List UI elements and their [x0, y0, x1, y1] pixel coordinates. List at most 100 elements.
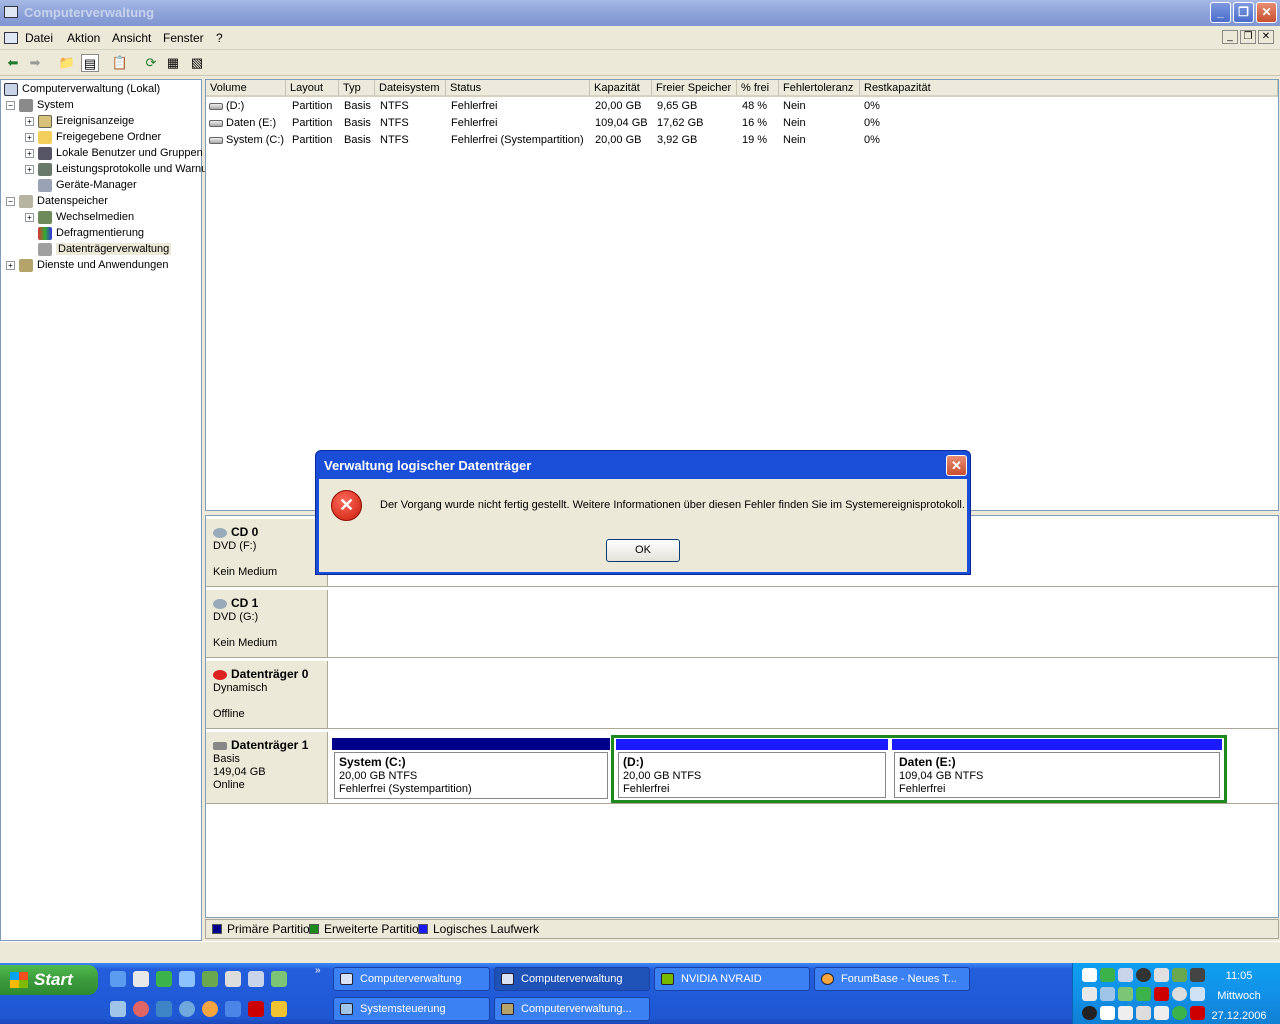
collapse-icon[interactable]: −	[6, 196, 15, 206]
tree-item-leistungsprotokolle[interactable]: + Leistungsprotokolle und Warnungen	[25, 161, 232, 177]
properties-icon[interactable]: 📋	[111, 54, 129, 72]
menu-help[interactable]: ?	[216, 31, 223, 45]
tray-app-icon[interactable]	[1118, 968, 1133, 982]
help-icon[interactable]: ▧	[188, 54, 206, 72]
tray-app-icon[interactable]	[1118, 987, 1133, 1001]
internet-explorer-icon[interactable]	[110, 971, 126, 987]
column-header[interactable]: % frei	[737, 80, 779, 97]
forward-arrow-icon[interactable]: ➡	[26, 54, 44, 72]
column-header[interactable]: Dateisystem	[375, 80, 446, 97]
tray-network-icon[interactable]	[1172, 968, 1187, 982]
quicklaunch-app-icon[interactable]	[156, 971, 172, 987]
column-header[interactable]: Layout	[286, 80, 339, 97]
tray-mail-icon[interactable]	[1082, 968, 1097, 982]
task-button[interactable]: Systemsteuerung	[333, 997, 490, 1021]
tray-app-icon[interactable]	[1136, 968, 1151, 982]
quicklaunch-app-icon[interactable]	[179, 1001, 195, 1017]
expand-icon[interactable]: +	[25, 164, 34, 174]
column-header[interactable]: Kapazität	[590, 80, 652, 97]
tree-item-dienste[interactable]: + Dienste und Anwendungen	[6, 257, 169, 273]
tray-app-icon[interactable]	[1136, 1006, 1151, 1020]
tree-item-lokale-benutzer[interactable]: + Lokale Benutzer und Gruppen	[25, 145, 203, 161]
tray-app-icon[interactable]	[1100, 968, 1115, 982]
disk-row-disk0[interactable]: Datenträger 0 Dynamisch Offline	[206, 661, 1278, 729]
quicklaunch-app-icon[interactable]	[225, 971, 241, 987]
expand-icon[interactable]: +	[25, 116, 34, 126]
tray-app-icon[interactable]	[1100, 987, 1115, 1001]
tree-item-wechselmedien[interactable]: + Wechselmedien	[25, 209, 134, 225]
expand-icon[interactable]: +	[25, 212, 34, 222]
task-button[interactable]: ForumBase - Neues T...	[814, 967, 970, 991]
back-arrow-icon[interactable]: ⬅	[4, 54, 22, 72]
tree-item-geraete-manager[interactable]: Geräte-Manager	[38, 177, 137, 193]
tray-app-icon[interactable]	[1172, 987, 1187, 1001]
disk-row-cd1[interactable]: CD 1 DVD (G:) Kein Medium	[206, 590, 1278, 658]
tree-item-defragmentierung[interactable]: Defragmentierung	[38, 225, 144, 241]
disk-row-disk1[interactable]: Datenträger 1 Basis 149,04 GB Online Sys…	[206, 732, 1278, 804]
quicklaunch-app-icon[interactable]	[248, 1001, 264, 1017]
close-button[interactable]: ✕	[1256, 2, 1277, 23]
quicklaunch-app-icon[interactable]	[248, 971, 264, 987]
quicklaunch-app-icon[interactable]	[225, 1001, 241, 1017]
task-button[interactable]: Computerverwaltung	[333, 967, 490, 991]
mdi-close-button[interactable]: ✕	[1258, 30, 1274, 44]
tray-app-icon[interactable]	[1082, 1006, 1097, 1020]
collapse-icon[interactable]: −	[6, 100, 15, 110]
ok-button[interactable]: OK	[606, 539, 680, 562]
tray-app-icon[interactable]	[1172, 1006, 1187, 1020]
title-bar[interactable]: Computerverwaltung _ ❐ ✕	[0, 0, 1280, 26]
export-list-icon[interactable]: ▦	[164, 54, 182, 72]
column-header[interactable]: Status	[446, 80, 590, 97]
task-button-active[interactable]: Computerverwaltung	[494, 967, 650, 991]
menu-aktion[interactable]: Aktion	[67, 31, 100, 45]
disk-label-cd0[interactable]: CD 0 DVD (F:) Kein Medium	[206, 519, 328, 587]
quicklaunch-expand-icon[interactable]: »	[315, 965, 321, 976]
partition-box[interactable]: System (C:) 20,00 GB NTFS Fehlerfrei (Sy…	[334, 752, 608, 799]
menu-fenster[interactable]: Fenster	[163, 31, 204, 45]
tree-item-datenspeicher[interactable]: − Datenspeicher	[6, 193, 108, 209]
restore-button[interactable]: ❐	[1233, 2, 1254, 23]
tree-item-computerverwaltung[interactable]: Computerverwaltung (Lokal)	[4, 81, 160, 97]
tray-app-icon[interactable]	[1082, 987, 1097, 1001]
partition-system-c[interactable]: System (C:) 20,00 GB NTFS Fehlerfrei (Sy…	[330, 738, 610, 801]
partition-box[interactable]: Daten (E:) 109,04 GB NTFS Fehlerfrei	[894, 752, 1220, 798]
mdi-restore-button[interactable]: ❐	[1240, 30, 1256, 44]
expand-icon[interactable]: +	[25, 148, 34, 158]
partition-box[interactable]: (D:) 20,00 GB NTFS Fehlerfrei	[618, 752, 886, 798]
quicklaunch-app-icon[interactable]	[202, 971, 218, 987]
column-header[interactable]: Fehlertoleranz	[779, 80, 860, 97]
show-tree-icon[interactable]: ▤	[81, 54, 99, 72]
partition-d[interactable]: (D:) 20,00 GB NTFS Fehlerfrei	[616, 739, 888, 799]
tray-app-icon[interactable]	[1136, 987, 1151, 1001]
column-header[interactable]: Freier Speicher	[652, 80, 737, 97]
tray-app-icon[interactable]	[1100, 1006, 1115, 1020]
expand-icon[interactable]: +	[6, 260, 15, 270]
tree-item-freigegebene-ordner[interactable]: + Freigegebene Ordner	[25, 129, 161, 145]
expand-icon[interactable]: +	[25, 132, 34, 142]
mdi-minimize-button[interactable]: _	[1222, 30, 1238, 44]
tree-item-datentraegerverwaltung[interactable]: Datenträgerverwaltung	[38, 241, 172, 257]
show-desktop-icon[interactable]	[133, 971, 149, 987]
messenger-icon[interactable]	[179, 971, 195, 987]
extended-partition[interactable]: (D:) 20,00 GB NTFS Fehlerfrei Daten (E:)…	[611, 735, 1227, 803]
tree-item-system[interactable]: − System	[6, 97, 74, 113]
dialog-close-button[interactable]: ✕	[946, 455, 967, 476]
tray-clock[interactable]: 11:05 Mittwoch 27.12.2006	[1200, 968, 1278, 1024]
menu-datei[interactable]: Datei	[25, 31, 53, 45]
tree-item-ereignisanzeige[interactable]: + Ereignisanzeige	[25, 113, 134, 129]
tray-app-icon[interactable]	[1118, 1006, 1133, 1020]
task-button[interactable]: NVIDIA NVRAID	[654, 967, 810, 991]
quicklaunch-app-icon[interactable]	[271, 1001, 287, 1017]
tray-app-icon[interactable]	[1154, 987, 1169, 1001]
column-header[interactable]: Volume	[206, 80, 286, 97]
menu-ansicht[interactable]: Ansicht	[112, 31, 151, 45]
start-button[interactable]: Start	[0, 965, 98, 995]
column-header[interactable]: Restkapazität	[860, 80, 1278, 97]
firefox-icon[interactable]	[202, 1001, 218, 1017]
partition-daten-e[interactable]: Daten (E:) 109,04 GB NTFS Fehlerfrei	[892, 739, 1224, 799]
disk-label-disk1[interactable]: Datenträger 1 Basis 149,04 GB Online	[206, 732, 328, 804]
up-folder-icon[interactable]: 📁	[58, 54, 76, 72]
task-button[interactable]: Computerverwaltung...	[494, 997, 650, 1021]
minimize-button[interactable]: _	[1210, 2, 1231, 23]
quicklaunch-app-icon[interactable]	[156, 1001, 172, 1017]
